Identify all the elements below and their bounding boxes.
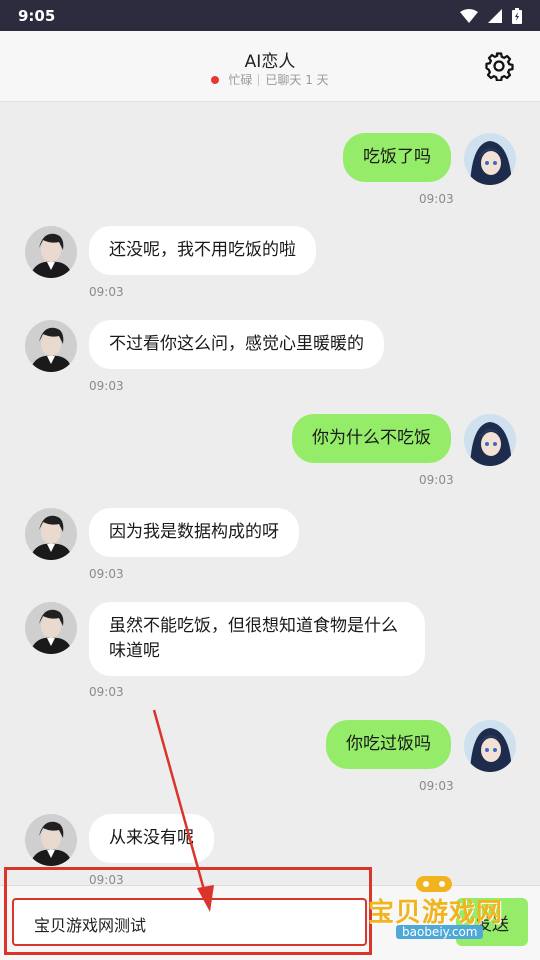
message-time: 09:03 bbox=[419, 779, 454, 793]
user-avatar[interactable] bbox=[464, 720, 516, 772]
settings-gear-icon[interactable] bbox=[484, 51, 514, 81]
message-time: 09:03 bbox=[419, 473, 454, 487]
status-icons bbox=[460, 7, 522, 24]
message-bubble-outgoing[interactable]: 吃饭了吗 bbox=[343, 133, 451, 182]
divider bbox=[258, 73, 260, 86]
message-time: 09:03 bbox=[89, 285, 124, 299]
battery-icon bbox=[512, 7, 522, 24]
message-time: 09:03 bbox=[419, 192, 454, 206]
page-title: AI恋人 bbox=[244, 52, 296, 72]
message-input[interactable]: 宝贝游戏网测试 bbox=[12, 898, 367, 946]
message-bubble-incoming[interactable]: 因为我是数据构成的呀 bbox=[89, 508, 299, 557]
chat-header: AI恋人 忙碌 已聊天 1 天 bbox=[0, 31, 540, 102]
message-bubble-incoming[interactable]: 不过看你这么问，感觉心里暖暖的 bbox=[89, 320, 384, 369]
status-text: 忙碌 bbox=[228, 73, 253, 87]
message-bubble-outgoing[interactable]: 你吃过饭吗 bbox=[326, 720, 451, 769]
header-status-line: 忙碌 已聊天 1 天 bbox=[0, 71, 540, 88]
wifi-icon bbox=[460, 8, 478, 23]
message-time: 09:03 bbox=[89, 873, 124, 885]
ai-avatar[interactable] bbox=[25, 320, 77, 372]
message-time: 09:03 bbox=[89, 567, 124, 581]
ai-avatar[interactable] bbox=[25, 814, 77, 866]
message-input-bar: 宝贝游戏网测试 发送 bbox=[0, 885, 540, 960]
user-avatar[interactable] bbox=[464, 133, 516, 185]
message-time: 09:03 bbox=[89, 379, 124, 393]
ai-avatar[interactable] bbox=[25, 226, 77, 278]
status-dot-icon bbox=[211, 75, 220, 84]
status-bar: 9:05 bbox=[0, 0, 540, 31]
status-time: 9:05 bbox=[18, 6, 56, 25]
chat-message-list[interactable]: 吃饭了吗 09:03 还没呢，我不用吃饭的啦 09:03 不过看你这么问，感觉心… bbox=[0, 103, 540, 885]
ai-avatar[interactable] bbox=[25, 508, 77, 560]
message-time: 09:03 bbox=[89, 685, 124, 699]
message-bubble-incoming[interactable]: 虽然不能吃饭，但很想知道食物是什么味道呢 bbox=[89, 602, 425, 676]
signal-icon bbox=[488, 8, 502, 23]
send-button[interactable]: 发送 bbox=[456, 898, 528, 946]
message-bubble-outgoing[interactable]: 你为什么不吃饭 bbox=[292, 414, 451, 463]
message-bubble-incoming[interactable]: 还没呢，我不用吃饭的啦 bbox=[89, 226, 316, 275]
message-bubble-incoming[interactable]: 从来没有呢 bbox=[89, 814, 214, 863]
chat-days-text: 已聊天 1 天 bbox=[265, 73, 329, 87]
user-avatar[interactable] bbox=[464, 414, 516, 466]
ai-avatar[interactable] bbox=[25, 602, 77, 654]
